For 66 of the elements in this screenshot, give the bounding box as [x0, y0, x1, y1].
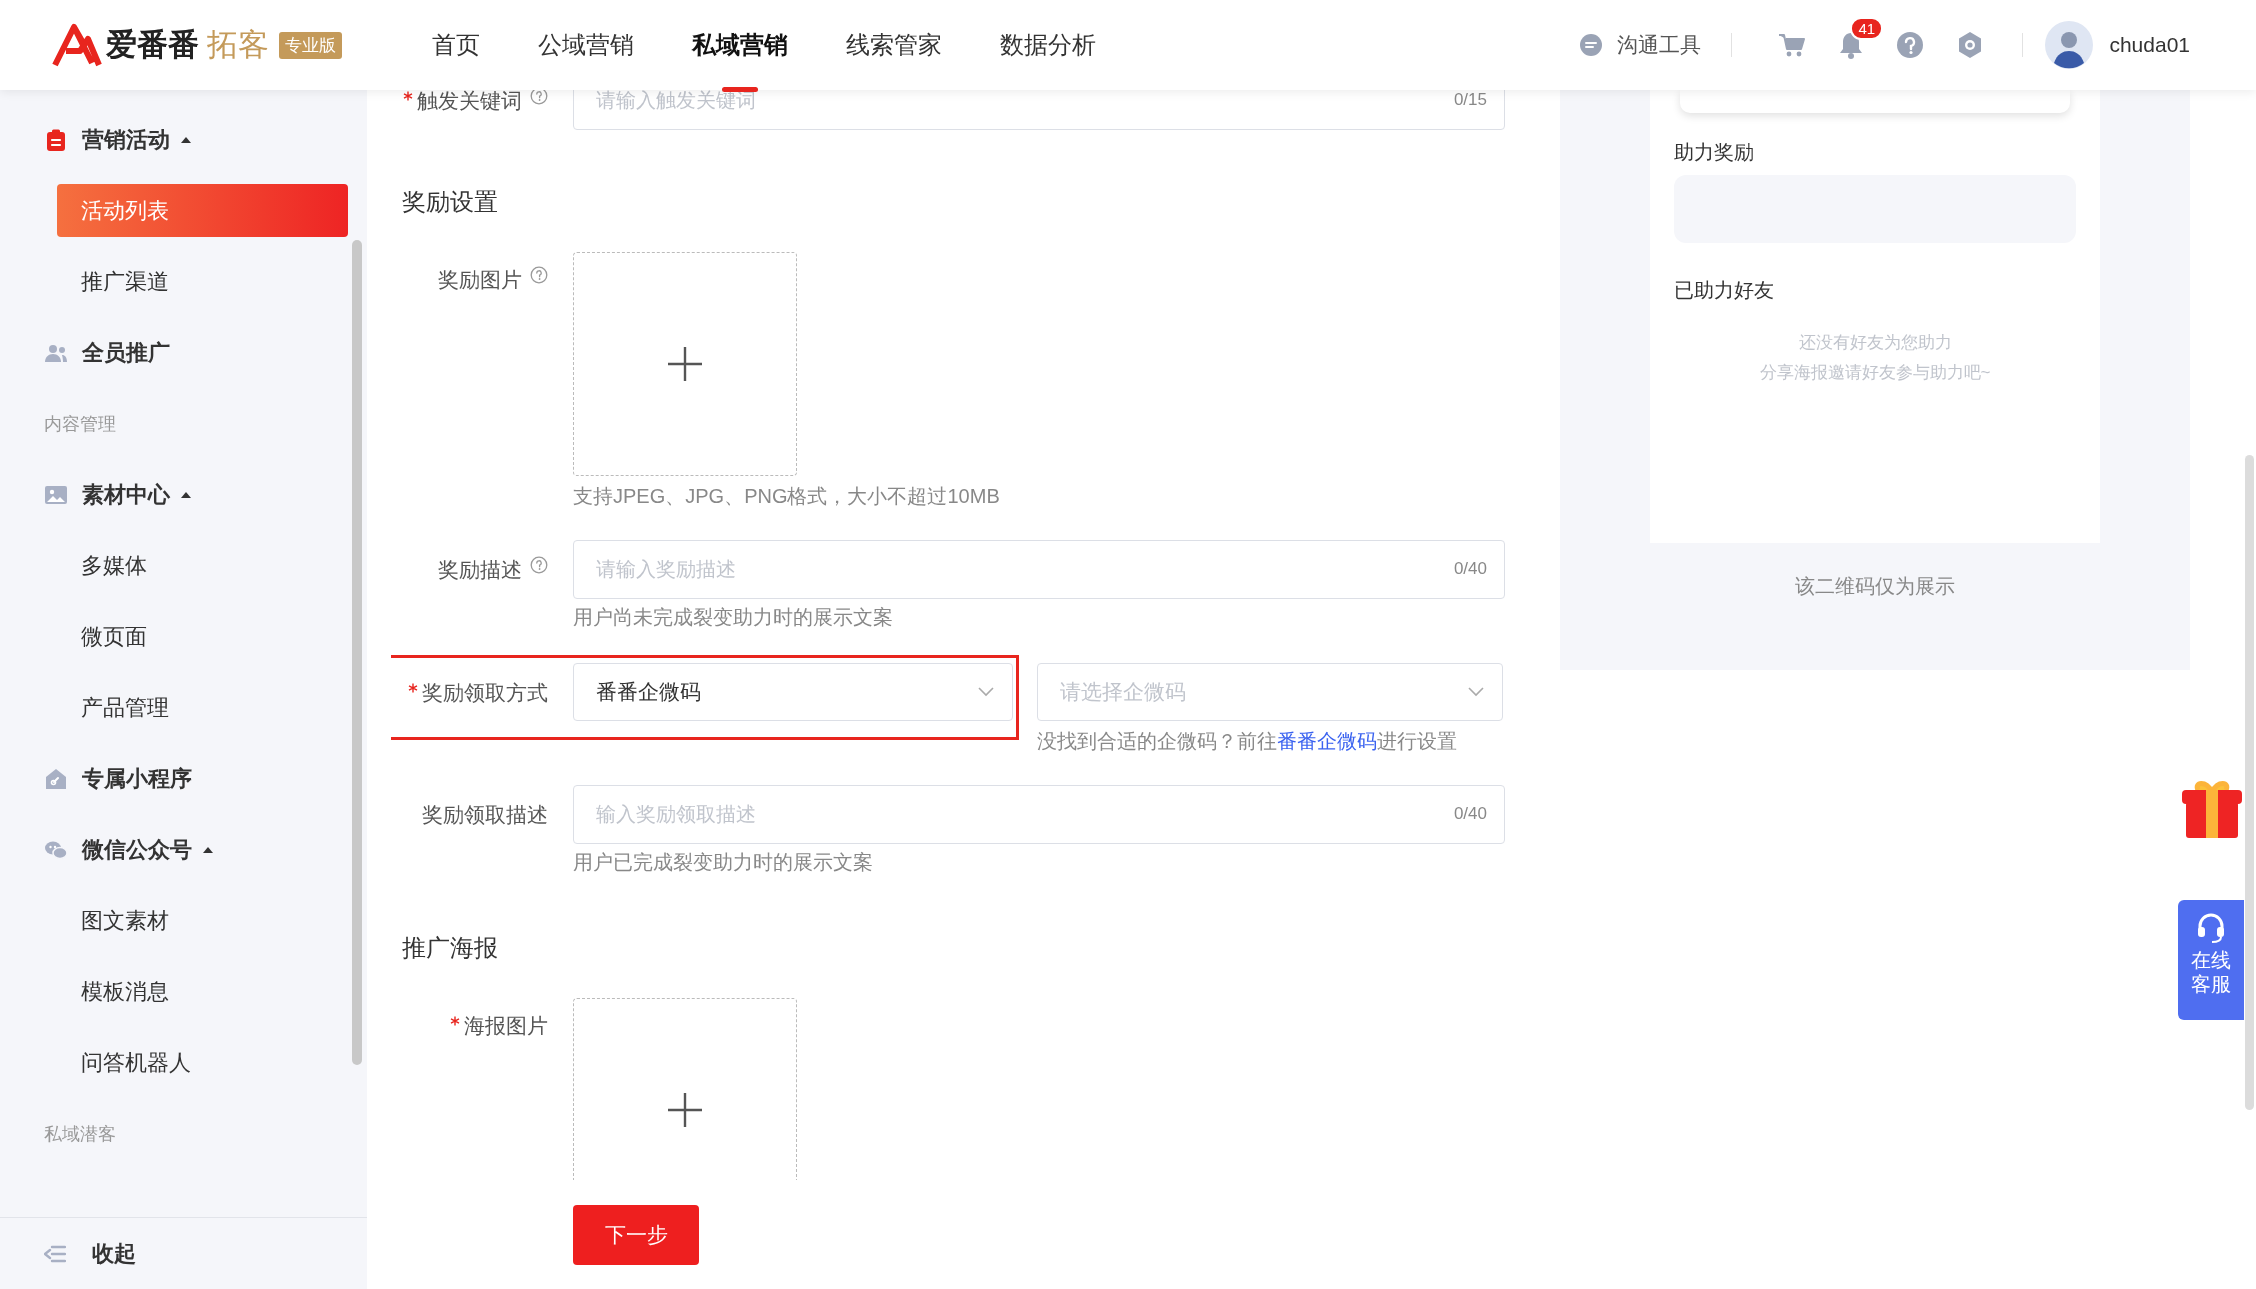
section-title: 奖励设置: [402, 187, 499, 217]
clipboard-icon: [44, 127, 68, 152]
chevron-icon: [1468, 687, 1484, 697]
preview-heading: 助力奖励: [1674, 140, 1755, 164]
field-label: 奖励图片: [438, 266, 522, 293]
menu-group[interactable]: 微信公众号: [82, 834, 192, 865]
product-name: 拓客: [207, 26, 269, 64]
preview-caption: 该二维码仅为展示: [1794, 574, 1956, 599]
plus-icon: [667, 346, 703, 382]
field-label: 触发关键词: [417, 90, 522, 114]
menu-group[interactable]: 专属小程序: [82, 763, 192, 794]
select-field[interactable]: 番番企微码: [573, 663, 1013, 721]
empty-state-text: 分享海报邀请好友参与助力吧~: [1758, 362, 1992, 384]
collapse-button[interactable]: 收起: [44, 1238, 136, 1269]
section-heading: 内容管理: [44, 412, 116, 436]
nav-tab[interactable]: 数据分析: [1000, 0, 1096, 90]
chevron-icon: [978, 687, 994, 697]
house-icon: [44, 766, 68, 791]
cart-icon[interactable]: [1778, 32, 1807, 58]
menu-item[interactable]: 模板消息: [57, 965, 348, 1018]
notification-badge: 41: [1850, 17, 1884, 40]
field-label: 奖励描述: [438, 556, 522, 583]
character-counter: 0/40: [1453, 559, 1487, 579]
edition-badge: 专业版: [279, 31, 342, 59]
help-text: 支持JPEG、JPG、PNG格式，大小不超过10MB: [573, 484, 1001, 509]
help-text: 没找到合适的企微码？前往番番企微码进行设置: [1037, 729, 1458, 754]
settings-link[interactable]: 番番企微码: [1277, 730, 1377, 752]
menu-item[interactable]: 产品管理: [57, 681, 348, 734]
field-label: 奖励领取描述: [422, 801, 548, 828]
plus-icon: [667, 1092, 703, 1128]
menu-group[interactable]: 素材中心: [82, 479, 170, 510]
brand-name: 爱番番: [106, 26, 199, 64]
headset-icon: [2196, 912, 2226, 944]
next-button[interactable]: 下一步: [573, 1205, 699, 1265]
scrollbar[interactable]: [352, 240, 362, 1065]
empty-state-text: 还没有好友为您助力: [1797, 332, 1953, 354]
menu-item[interactable]: 多媒体: [57, 539, 348, 592]
help-text: 用户已完成裂变助力时的展示文案: [573, 850, 874, 875]
chat-icon: [1579, 33, 1604, 57]
character-counter: 0/40: [1453, 804, 1487, 824]
field-label: 海报图片: [464, 1012, 548, 1039]
user-name[interactable]: chuda01: [2109, 33, 2190, 57]
collapse-icon: [44, 1244, 66, 1263]
section-title: 推广海报: [402, 933, 499, 963]
menu-group[interactable]: 全员推广: [82, 337, 170, 368]
online-service-button[interactable]: 在线客服: [2178, 900, 2244, 1020]
field-label: 奖励领取方式: [422, 679, 548, 706]
section-heading: 私域潜客: [44, 1122, 116, 1146]
menu-item[interactable]: 图文素材: [57, 894, 348, 947]
scrollbar[interactable]: [2245, 455, 2254, 1110]
help-icon[interactable]: [1896, 31, 1925, 59]
chat-tools-button[interactable]: 沟通工具: [1579, 31, 1702, 59]
character-counter: 0/15: [1453, 90, 1487, 110]
gift-icon[interactable]: [2180, 778, 2244, 840]
menu-item[interactable]: 微页面: [57, 610, 348, 663]
nav-tab[interactable]: 首页: [432, 0, 480, 90]
menu-item[interactable]: 推广渠道: [57, 255, 348, 308]
menu-group[interactable]: 营销活动: [82, 124, 170, 155]
nav-tab[interactable]: 私域营销: [692, 0, 788, 90]
avatar-icon[interactable]: [2045, 21, 2094, 69]
help-text: 用户尚未完成裂变助力时的展示文案: [573, 605, 894, 630]
nav-tab[interactable]: 公域营销: [538, 0, 634, 90]
preview-heading: 已助力好友: [1674, 278, 1775, 302]
menu-item[interactable]: 问答机器人: [57, 1036, 348, 1089]
logo-icon: [52, 23, 102, 67]
nav-tab[interactable]: 线索管家: [846, 0, 942, 90]
